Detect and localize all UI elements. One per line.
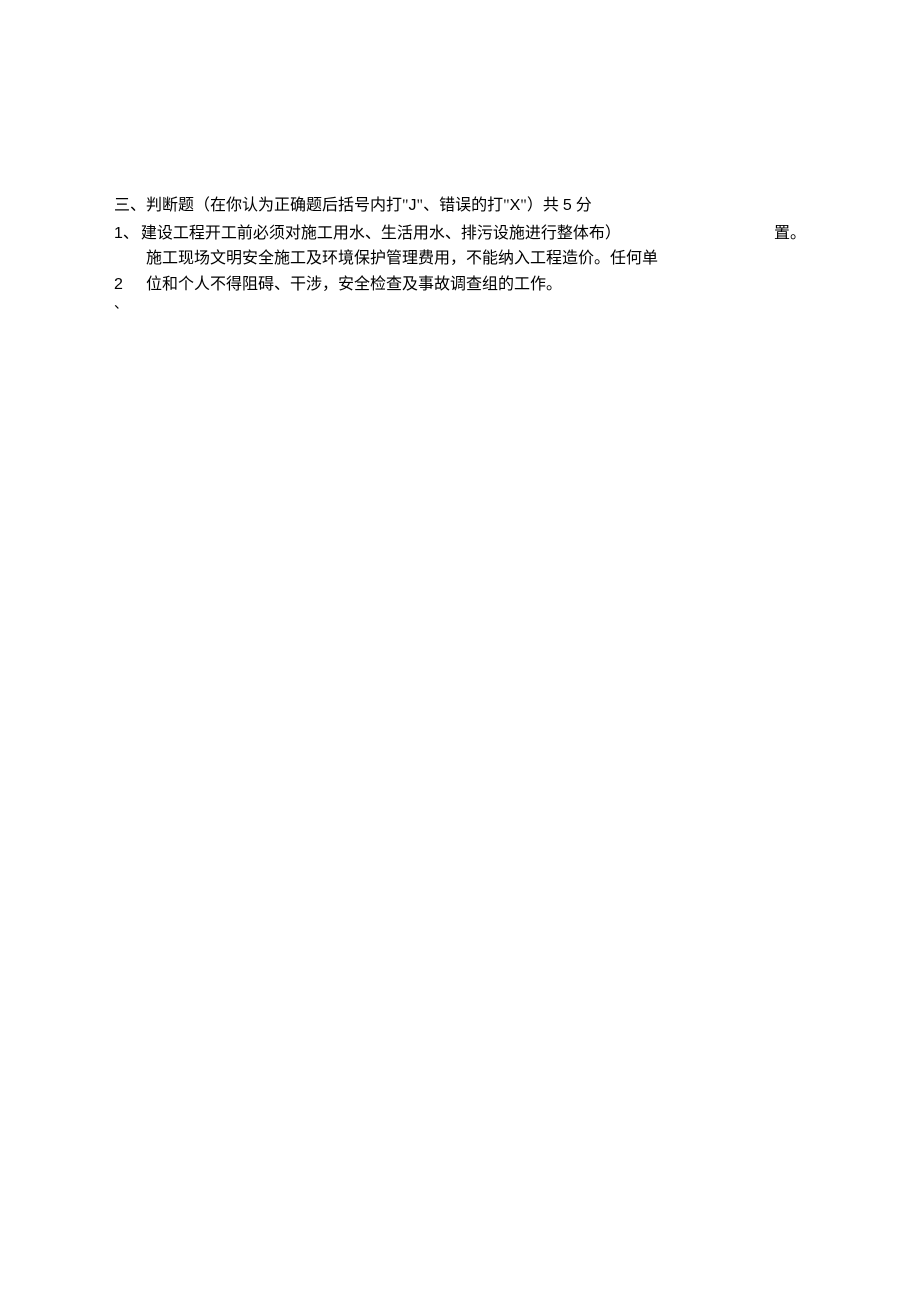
header-mark-correct: "J": [402, 197, 423, 214]
section-three-header: 三、判断题（在你认为正确题后括号内打"J"、错误的打"X"）共 5 分: [114, 193, 806, 219]
header-mark-wrong: "X": [503, 197, 527, 214]
question-1-line-2: 施工现场文明安全施工及环境保护管理费用，不能纳入工程造价。任何单: [114, 246, 806, 272]
question-1-text-main: 建设工程开工前必须对施工用水、生活用水、排污设施进行整体布）: [141, 221, 742, 247]
question-1-line-1: 1、建设工程开工前必须对施工用水、生活用水、排污设施进行整体布） 置。: [114, 221, 806, 247]
document-content: 三、判断题（在你认为正确题后括号内打"J"、错误的打"X"）共 5 分 1、建设…: [114, 193, 806, 314]
question-1-separator: 、: [123, 221, 139, 247]
question-1-number: 1: [114, 221, 123, 247]
header-points-num: 5: [563, 197, 572, 214]
question-2-text: 位和个人不得阻碍、干涉，安全检查及事故调查组的工作。: [130, 272, 562, 298]
question-2-number: 2: [114, 272, 130, 298]
question-2-line: 2 位和个人不得阻碍、干涉，安全检查及事故调查组的工作。: [114, 272, 806, 298]
header-points-unit: 分: [576, 197, 592, 214]
vertical-marks: 、: [114, 297, 806, 314]
header-prefix: 三、判断题（在你认为正确题后括号内打: [114, 197, 402, 214]
header-suffix: ）共: [527, 197, 559, 214]
mark-1: 、: [114, 297, 806, 314]
header-mid: 、错误的打: [423, 197, 503, 214]
question-1-trail: 置。: [774, 221, 806, 247]
